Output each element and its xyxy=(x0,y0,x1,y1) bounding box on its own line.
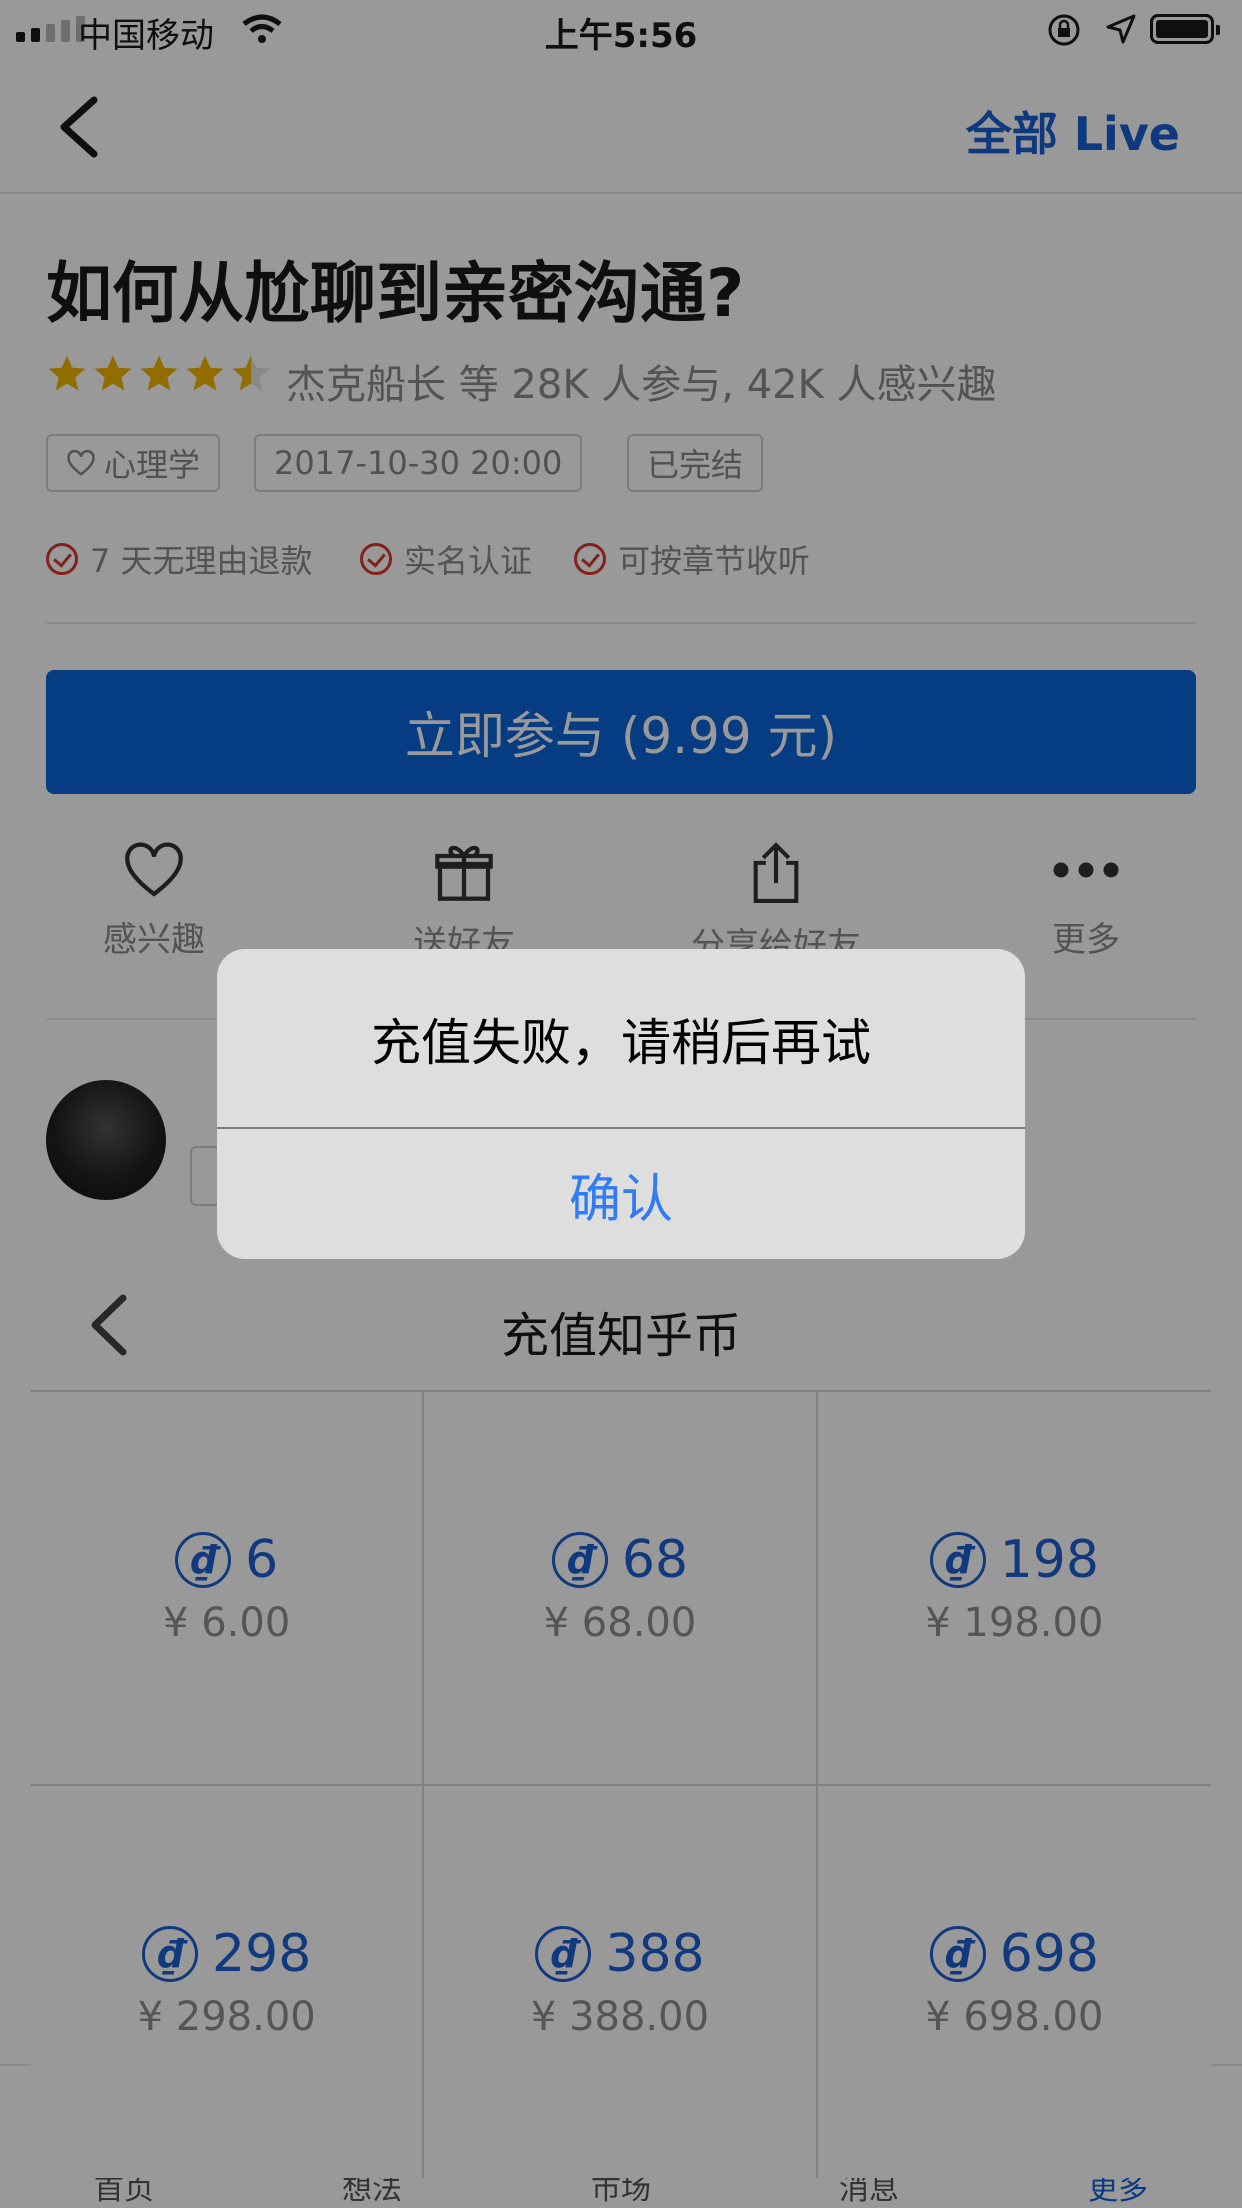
coin-amount: 388 xyxy=(605,1924,705,1984)
option-price: ¥ 388.00 xyxy=(530,1994,710,2040)
confirm-button[interactable]: 确认 xyxy=(217,1129,1025,1259)
option-price: ¥ 6.00 xyxy=(163,1600,291,1646)
zhihu-coin-icon: ₫ xyxy=(551,1532,608,1588)
recharge-options-grid: ₫ 6 ¥ 6.00 ₫ 68 ¥ 68.00 ₫ 198 ¥ 198.00 ₫ 298… xyxy=(31,1392,1211,2178)
sheet-header: 充值知乎币 xyxy=(31,1258,1211,1392)
alert-message: 充值失败，请稍后再试 xyxy=(371,1014,871,1072)
coin-amount: 6 xyxy=(245,1530,279,1590)
zhihu-coin-icon: ₫ xyxy=(535,1926,592,1982)
recharge-option-6[interactable]: ₫ 6 ¥ 6.00 xyxy=(31,1392,425,1786)
zhihu-coin-icon: ₫ xyxy=(929,1532,986,1588)
coin-amount: 198 xyxy=(999,1530,1099,1590)
recharge-option-198[interactable]: ₫ 198 ¥ 198.00 xyxy=(817,1392,1211,1786)
zhihu-coin-icon: ₫ xyxy=(142,1926,199,1982)
option-price: ¥ 198.00 xyxy=(925,1600,1104,1646)
zhihu-coin-icon: ₫ xyxy=(175,1532,232,1588)
option-price: ¥ 68.00 xyxy=(543,1600,697,1646)
option-price: ¥ 698.00 xyxy=(925,1994,1104,2040)
coin-amount: 68 xyxy=(621,1530,689,1590)
option-price: ¥ 298.00 xyxy=(137,1994,316,2040)
recharge-option-298[interactable]: ₫ 298 ¥ 298.00 xyxy=(31,1786,425,2178)
recharge-option-388[interactable]: ₫ 388 ¥ 388.00 xyxy=(424,1786,818,2178)
coin-amount: 298 xyxy=(212,1924,312,1984)
sheet-title: 充值知乎币 xyxy=(500,1308,741,1364)
zhihu-coin-icon: ₫ xyxy=(929,1926,986,1982)
recharge-sheet: 充值知乎币 ₫ 6 ¥ 6.00 ₫ 68 ¥ 68.00 ₫ 198 ¥ 198.0… xyxy=(31,1258,1211,2178)
coin-amount: 698 xyxy=(999,1924,1099,1984)
recharge-option-68[interactable]: ₫ 68 ¥ 68.00 xyxy=(424,1392,818,1786)
recharge-option-698[interactable]: ₫ 698 ¥ 698.00 xyxy=(818,1786,1211,2178)
error-alert: 充值失败，请稍后再试 确认 xyxy=(217,949,1025,1259)
